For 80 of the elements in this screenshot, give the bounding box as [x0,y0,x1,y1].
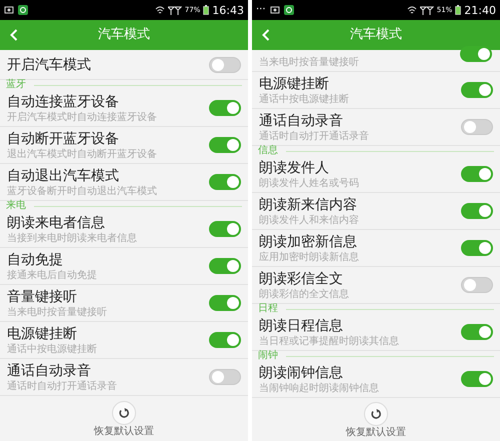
wifi-icon [406,6,417,14]
toggle-switch[interactable] [461,324,493,340]
setting-title: 通话自动录音 [259,112,344,128]
setting-description: 通话中按电源键挂断 [259,94,349,104]
setting-description: 当接到来电时朗读来电者信息 [7,232,137,244]
toggle-switch[interactable] [461,240,493,256]
signal-icon [420,6,434,14]
setting-title: 朗读加密新信息 [259,234,358,250]
toggle-switch[interactable] [461,371,493,387]
toggle-switch[interactable] [461,277,493,293]
restore-button[interactable] [112,400,136,424]
app-icon [284,5,294,15]
setting-description: 当闹钟响起时朗读闹钟信息 [259,382,379,394]
clock-time: 21:40 [464,4,496,16]
toggle-switch[interactable] [461,119,493,135]
setting-description: 通话时自动打开通话录音 [7,380,117,392]
section-label: 闹钟 [258,351,278,361]
clock-time: 16:43 [212,4,244,16]
toggle-switch[interactable] [209,56,241,72]
section-label: 日程 [258,304,278,314]
toggle-switch[interactable] [209,332,241,348]
app-icon [18,5,28,15]
toggle-switch[interactable] [461,203,493,219]
signal-icon [168,6,182,14]
restore-button[interactable] [364,402,388,426]
toggle-switch[interactable] [461,166,493,182]
setting-title: 朗读发件人 [259,160,330,176]
setting-description: 朗读发件人和来信内容 [259,214,359,226]
setting-description: 当来电时按音量键接听 [259,58,359,68]
setting-title: 通话自动录音 [7,362,92,378]
setting-title: 朗读彩信全文 [259,270,344,286]
wifi-icon [154,6,165,14]
setting-title: 自动免提 [7,252,64,268]
toggle-switch[interactable] [209,295,241,311]
toggle-switch[interactable] [209,369,241,385]
setting-title: 电源键挂断 [259,76,330,92]
reset-icon [370,408,382,420]
restore-label: 恢复默认设置 [94,426,154,436]
back-icon [10,29,18,41]
setting-description: 朗读发件人姓名或号码 [259,178,359,188]
screenshot-icon [4,5,14,15]
toggle-switch[interactable] [209,174,241,190]
setting-description: 蓝牙设备断开时自动退出汽车模式 [7,186,157,196]
section-label: 信息 [258,146,278,156]
setting-title: 自动连接蓝牙设备 [7,94,120,110]
toggle-switch[interactable] [209,221,241,237]
page-title: 汽车模式 [350,26,402,44]
battery-icon [203,5,210,15]
setting-title: 朗读日程信息 [259,318,344,334]
restore-label: 恢复默认设置 [346,428,406,438]
page-title: 汽车模式 [98,26,150,44]
toggle-switch[interactable] [209,258,241,274]
back-icon [262,29,270,41]
setting-title: 朗读来电者信息 [7,214,106,230]
setting-description: 通话中按电源键挂断 [7,344,97,354]
setting-description: 朗读彩信的全文信息 [259,288,349,300]
setting-title: 自动断开蓝牙设备 [7,130,120,146]
section-label: 蓝牙 [6,80,26,90]
setting-description: 当来电时按音量键接听 [7,306,107,318]
setting-description: 当日程或记事提醒时朗读其信息 [259,336,399,346]
toggle-switch[interactable] [209,137,241,153]
section-label: 来电 [6,201,26,211]
setting-title: 自动退出汽车模式 [7,168,120,184]
toggle-switch[interactable] [461,82,493,98]
setting-title: 电源键挂断 [7,326,78,342]
setting-description: 通话时自动打开通话录音 [259,130,369,142]
setting-description: 接通来电后自动免提 [7,270,97,280]
setting-title: 朗读闹钟信息 [259,364,344,380]
setting-title: 朗读新来信内容 [259,196,358,212]
overflow-dots: ··· [256,5,266,15]
reset-icon [118,406,130,418]
toggle-switch[interactable] [460,46,492,62]
setting-description: 退出汽车模式时自动断开蓝牙设备 [7,148,157,160]
screenshot-icon [270,5,280,15]
setting-title: 音量键接听 [7,288,78,304]
battery-icon [455,5,462,15]
setting-description: 应用加密时朗读新信息 [259,252,359,262]
toggle-switch[interactable] [209,100,241,116]
setting-title: 开启汽车模式 [7,56,91,72]
setting-description: 开启汽车模式时自动连接蓝牙设备 [7,112,157,122]
